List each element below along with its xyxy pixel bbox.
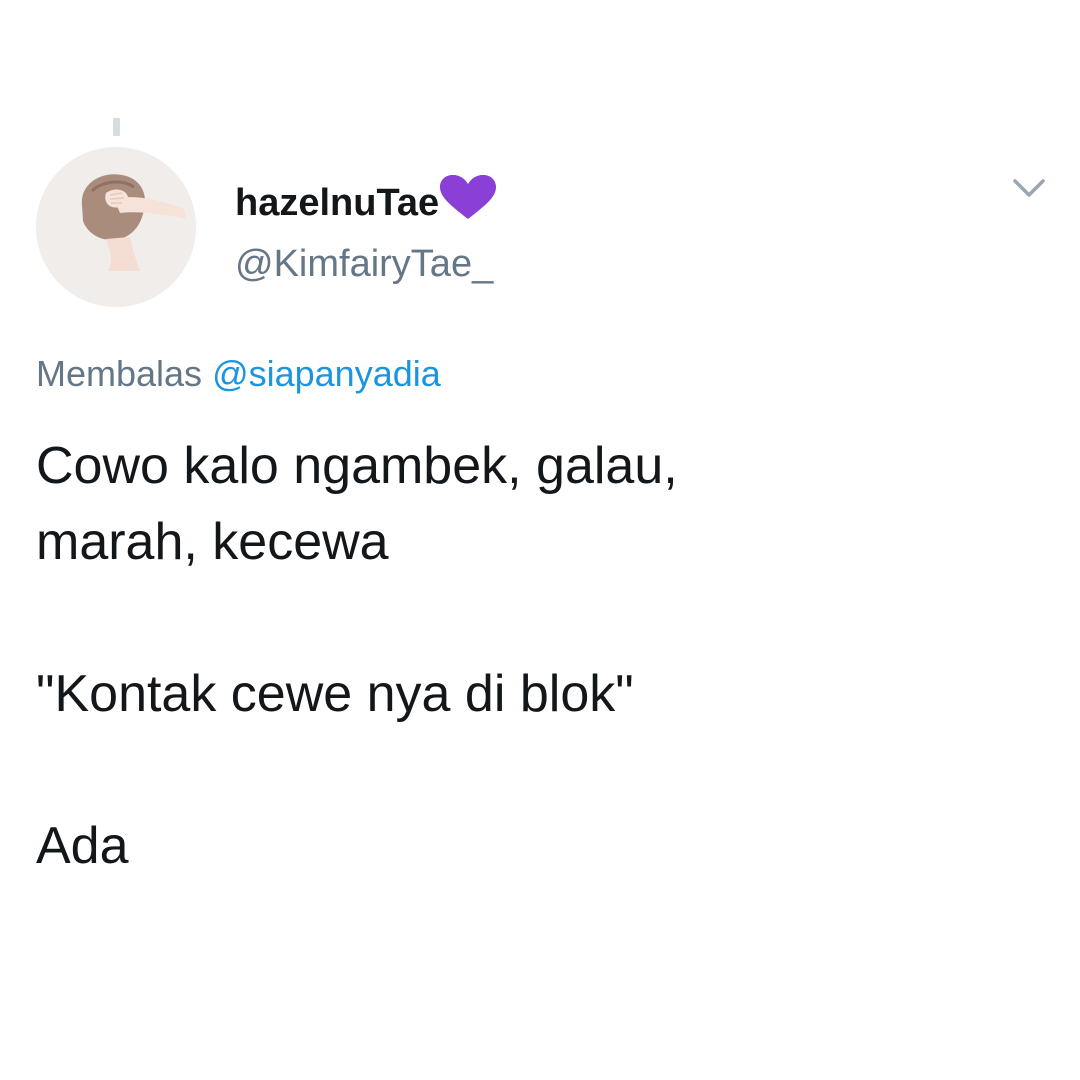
tweet-text-line: Cowo kalo ngambek, galau,: [36, 437, 678, 495]
author-handle[interactable]: @KimfairyTae_: [235, 238, 493, 290]
avatar-photo-icon: [36, 147, 196, 307]
thread-connector-line: [113, 118, 120, 136]
tweet-text-paragraph: "Kontak cewe nya di blok": [36, 665, 634, 723]
avatar[interactable]: [36, 147, 196, 307]
reply-mention-link[interactable]: @siapanyadia: [212, 353, 441, 394]
display-name-text: hazelnuTae: [235, 182, 440, 224]
tweet-text: Cowo kalo ngambek, galau, marah, kecewa …: [36, 428, 1036, 884]
tweet-card: hazelnuTae @KimfairyTae_ Membalas @siapa…: [0, 0, 1080, 1080]
purple-heart-icon: [440, 174, 497, 235]
tweet-text-paragraph: Ada: [36, 817, 129, 875]
tweet-text-line: marah, kecewa: [36, 513, 389, 571]
reply-prefix: Membalas: [36, 353, 203, 394]
reply-context: Membalas @siapanyadia: [36, 350, 441, 398]
chevron-down-icon[interactable]: [1012, 176, 1046, 202]
author-display-name[interactable]: hazelnuTae: [235, 174, 497, 235]
